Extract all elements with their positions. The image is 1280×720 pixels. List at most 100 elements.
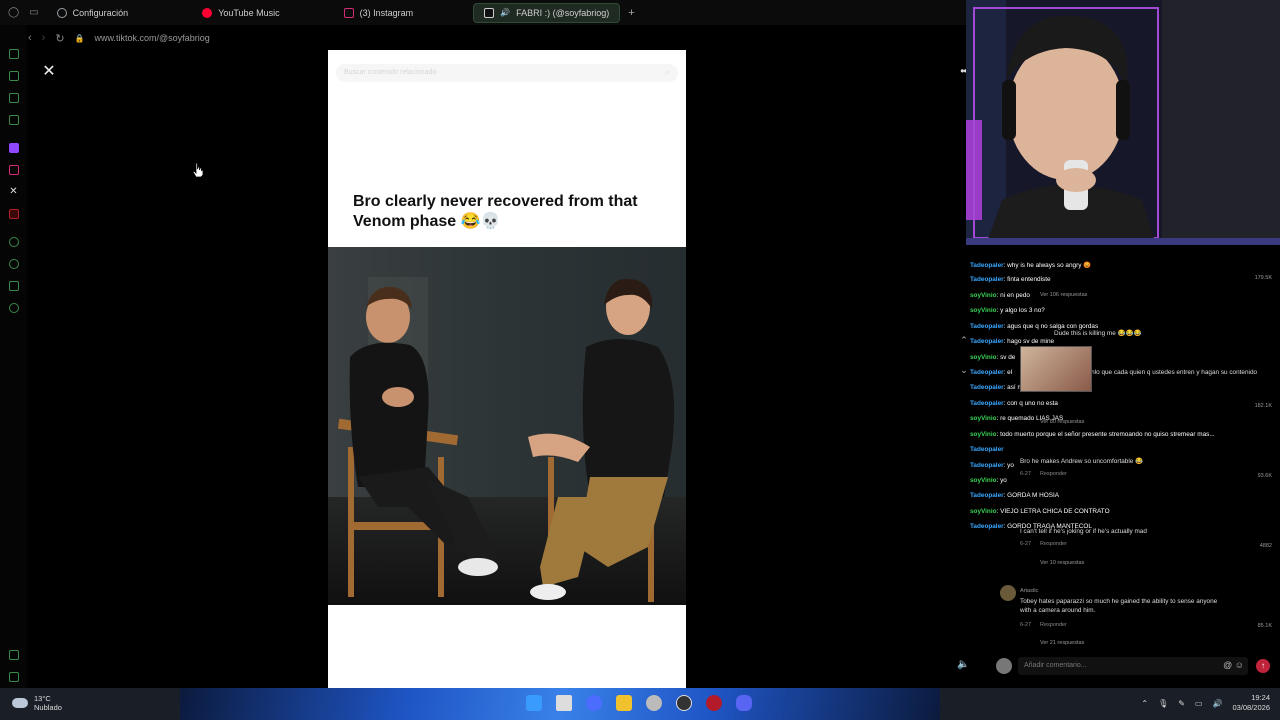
settings-icon[interactable]	[8, 303, 19, 313]
like-count[interactable]: 85.1K	[1258, 623, 1272, 629]
video-frame	[328, 247, 686, 605]
cloud-icon	[12, 698, 28, 708]
comment-sticker-image	[1020, 346, 1092, 392]
chat-line: soyVinio: VIEJO LETRA CHICA DE CONTRATO	[970, 508, 1110, 515]
mention-emoji-icons[interactable]: @ ☺	[1223, 660, 1244, 670]
taskbar-apps	[526, 695, 752, 711]
send-button[interactable]: ↑	[1256, 659, 1270, 673]
like-count[interactable]: 182.1K	[1255, 403, 1272, 409]
search-placeholder: Buscar contenido relacionado	[344, 69, 437, 76]
comment-text: Bro he makes Andrew so uncomfortable 😂	[1020, 458, 1144, 465]
url-field[interactable]: www.tiktok.com/@soyfabriog	[95, 33, 210, 43]
tiktok-video[interactable]: Buscar contenido relacionado ⌕ Bro clear…	[328, 50, 686, 689]
chat-line: Tadeopaler: finta entendiste	[970, 276, 1051, 283]
taskview-icon[interactable]	[556, 695, 572, 711]
system-tray: ⌃ 🎙 ✎ ▭ 🔊 19:24 03/08/2026	[1141, 693, 1270, 713]
chat-line: Tadeopaler	[970, 446, 1004, 453]
related-search-input[interactable]: Buscar contenido relacionado ⌕	[336, 64, 678, 82]
network-icon[interactable]: ▭	[1195, 699, 1203, 708]
back-icon[interactable]: ‹	[28, 32, 32, 44]
view-replies-link[interactable]: Ver 106 respuestas	[1040, 292, 1087, 298]
browser-logo-icon[interactable]: ◯	[8, 7, 19, 18]
reply-button[interactable]: Responder	[1040, 622, 1067, 628]
reload-icon[interactable]: ↻	[55, 32, 64, 45]
speaker-icon: 🔊	[500, 8, 511, 17]
like-count[interactable]: 93.6K	[1258, 473, 1272, 479]
chat-line: Tadeopaler: hago sv de mine	[970, 338, 1055, 345]
comment-text: Tobey hates paparazzi so much he gained …	[1020, 598, 1218, 614]
tiktok-icon	[484, 7, 495, 18]
window-controls: ◯ ▭	[0, 7, 47, 18]
comment-text: I can't tell if he's joking or if he's a…	[1020, 528, 1147, 535]
tab-instagram[interactable]: (3) Instagram	[334, 3, 424, 23]
sidebar-item-3[interactable]	[8, 93, 19, 103]
instagram-icon	[343, 7, 354, 18]
comment-bar: Añadir comentario... @ ☺ ↑	[966, 655, 1280, 677]
browser-icon[interactable]	[586, 695, 602, 711]
tab-youtube-music[interactable]: YouTube Music	[192, 3, 289, 23]
microphone-icon[interactable]: 🎙	[1158, 699, 1168, 708]
webcam-overlay	[966, 0, 1280, 245]
comment-input-placeholder: Añadir comentario...	[1024, 662, 1087, 669]
tab-tiktok[interactable]: 🔊 FABRI :) (@soyfabriog)	[473, 2, 621, 23]
tab-label: FABRI :) (@soyfabriog)	[516, 7, 610, 18]
obs-icon[interactable]	[676, 695, 692, 711]
chat-line: soyVinio: sv de	[970, 354, 1016, 361]
reply-button[interactable]: Responder	[1040, 541, 1067, 547]
chat-line: Tadeopaler: el	[970, 369, 1013, 376]
pen-icon[interactable]: ✎	[1178, 699, 1185, 708]
reply-button[interactable]: Responder	[1040, 471, 1067, 477]
file-explorer-icon[interactable]	[616, 695, 632, 711]
workspaces-icon[interactable]: ▭	[29, 7, 38, 18]
tab-bar: ◯ ▭ Configuración YouTube Music (3) Inst…	[0, 0, 975, 25]
video-caption: Bro clearly never recovered from that Ve…	[353, 193, 638, 230]
x-icon[interactable]: ✕	[9, 187, 19, 197]
taskbar: 13°C Nublado ⌃ 🎙 ✎ ▭ 🔊 19:24 03/08/2026	[0, 688, 1280, 720]
weather-widget[interactable]: 13°C Nublado	[12, 694, 62, 712]
recording-app-icon[interactable]	[706, 695, 722, 711]
chat-line: soyVinio: todo muerto porque el señor pr…	[970, 431, 1215, 438]
search-icon[interactable]: ⌕	[665, 67, 670, 78]
comment-username[interactable]: Artastic	[1020, 588, 1038, 594]
chevron-up-icon[interactable]: ⌃	[958, 335, 970, 347]
settings-app-icon[interactable]	[646, 695, 662, 711]
view-replies-link[interactable]: Ver 21 respuestas	[1040, 640, 1084, 646]
discord-icon[interactable]	[736, 695, 752, 711]
speaker-icon[interactable]: 🔊	[1212, 699, 1222, 708]
address-bar: ‹ › ↻ 🔒 www.tiktok.com/@soyfabriog	[28, 28, 975, 48]
tab-settings[interactable]: Configuración	[47, 3, 139, 23]
clock-icon[interactable]	[8, 259, 19, 269]
chevron-up-icon[interactable]: ⌃	[1141, 699, 1148, 708]
twitch-icon[interactable]	[8, 143, 19, 153]
avatar[interactable]	[1000, 585, 1016, 601]
like-count[interactable]: 4882	[1260, 543, 1272, 549]
sidebar-item-2[interactable]	[8, 71, 19, 81]
extensions-icon[interactable]	[8, 281, 19, 291]
view-replies-link[interactable]: Ver 80 respuestas	[1040, 419, 1084, 425]
comment-overlay-text: Dude this is killing me 😂😂😂	[1054, 330, 1142, 337]
chat-line: Tadeopaler: why is he always so angry 😡	[970, 262, 1092, 269]
clock[interactable]: 19:24 03/08/2026	[1232, 693, 1270, 713]
forward-icon[interactable]: ›	[42, 32, 46, 44]
history-icon[interactable]	[8, 237, 19, 247]
sidebar-item-1[interactable]	[8, 49, 19, 59]
sidebar-bottom-item-2[interactable]	[8, 672, 19, 682]
sidebar-bottom	[8, 650, 19, 682]
tab-label: Configuración	[72, 7, 129, 18]
clock-date: 03/08/2026	[1232, 703, 1270, 712]
like-count[interactable]: 179.5K	[1255, 275, 1272, 281]
sidebar-bottom-item-1[interactable]	[8, 650, 19, 660]
chat-line: soyVinio: y algo los 3 no?	[970, 307, 1045, 314]
comment-input[interactable]: Añadir comentario... @ ☺	[1018, 657, 1248, 675]
instagram-icon[interactable]	[8, 165, 19, 175]
weather-desc: Nublado	[34, 703, 62, 712]
sidebar: ✕	[0, 25, 27, 690]
close-video-button[interactable]: ✕	[40, 63, 58, 81]
sidebar-item-red[interactable]	[8, 209, 19, 219]
windows-start-icon[interactable]	[526, 695, 542, 711]
chevron-down-icon[interactable]: ⌄	[958, 365, 970, 377]
comment-overlay-text: Déjenlo que cada quien q ustedes entren …	[1078, 369, 1258, 376]
view-replies-link[interactable]: Ver 10 respuestas	[1040, 560, 1084, 566]
sidebar-item-4[interactable]	[8, 115, 19, 125]
new-tab-button[interactable]: +	[628, 7, 634, 19]
